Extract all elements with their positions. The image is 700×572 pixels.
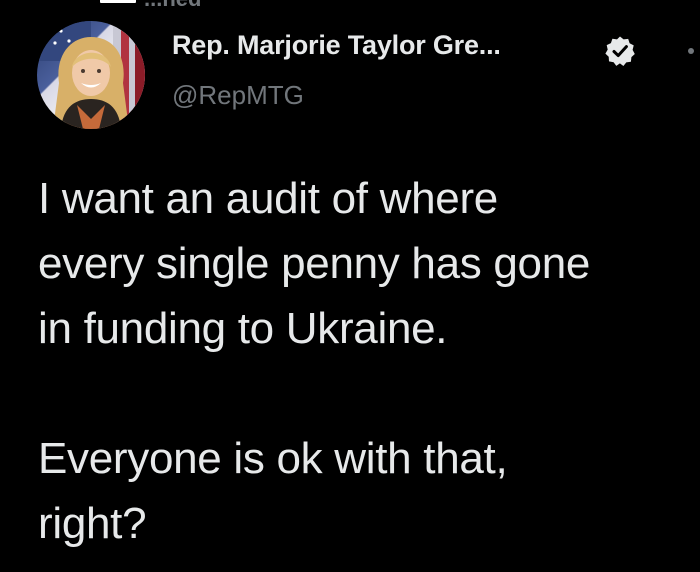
pinned-indicator: ...ned <box>100 0 201 10</box>
author-display-name[interactable]: Rep. Marjorie Taylor Gre... <box>172 30 501 61</box>
verified-badge-icon <box>605 36 635 66</box>
author-handle[interactable]: @RepMTG <box>172 80 304 111</box>
us-flag-icon <box>100 0 136 3</box>
avatar-portrait-icon <box>37 21 145 129</box>
avatar[interactable] <box>37 21 145 129</box>
tweet-text: I want an audit of where every single pe… <box>38 166 698 556</box>
tweet-paragraph-1: I want an audit of where every single pe… <box>38 174 591 353</box>
more-options-icon[interactable] <box>686 46 696 56</box>
tweet-paragraph-2: Everyone is ok with that, right? <box>38 434 508 548</box>
pinned-label: ...ned <box>144 0 201 10</box>
tweet-card[interactable]: ...ned Rep. Marjorie Taylor Gre... <box>0 0 700 572</box>
